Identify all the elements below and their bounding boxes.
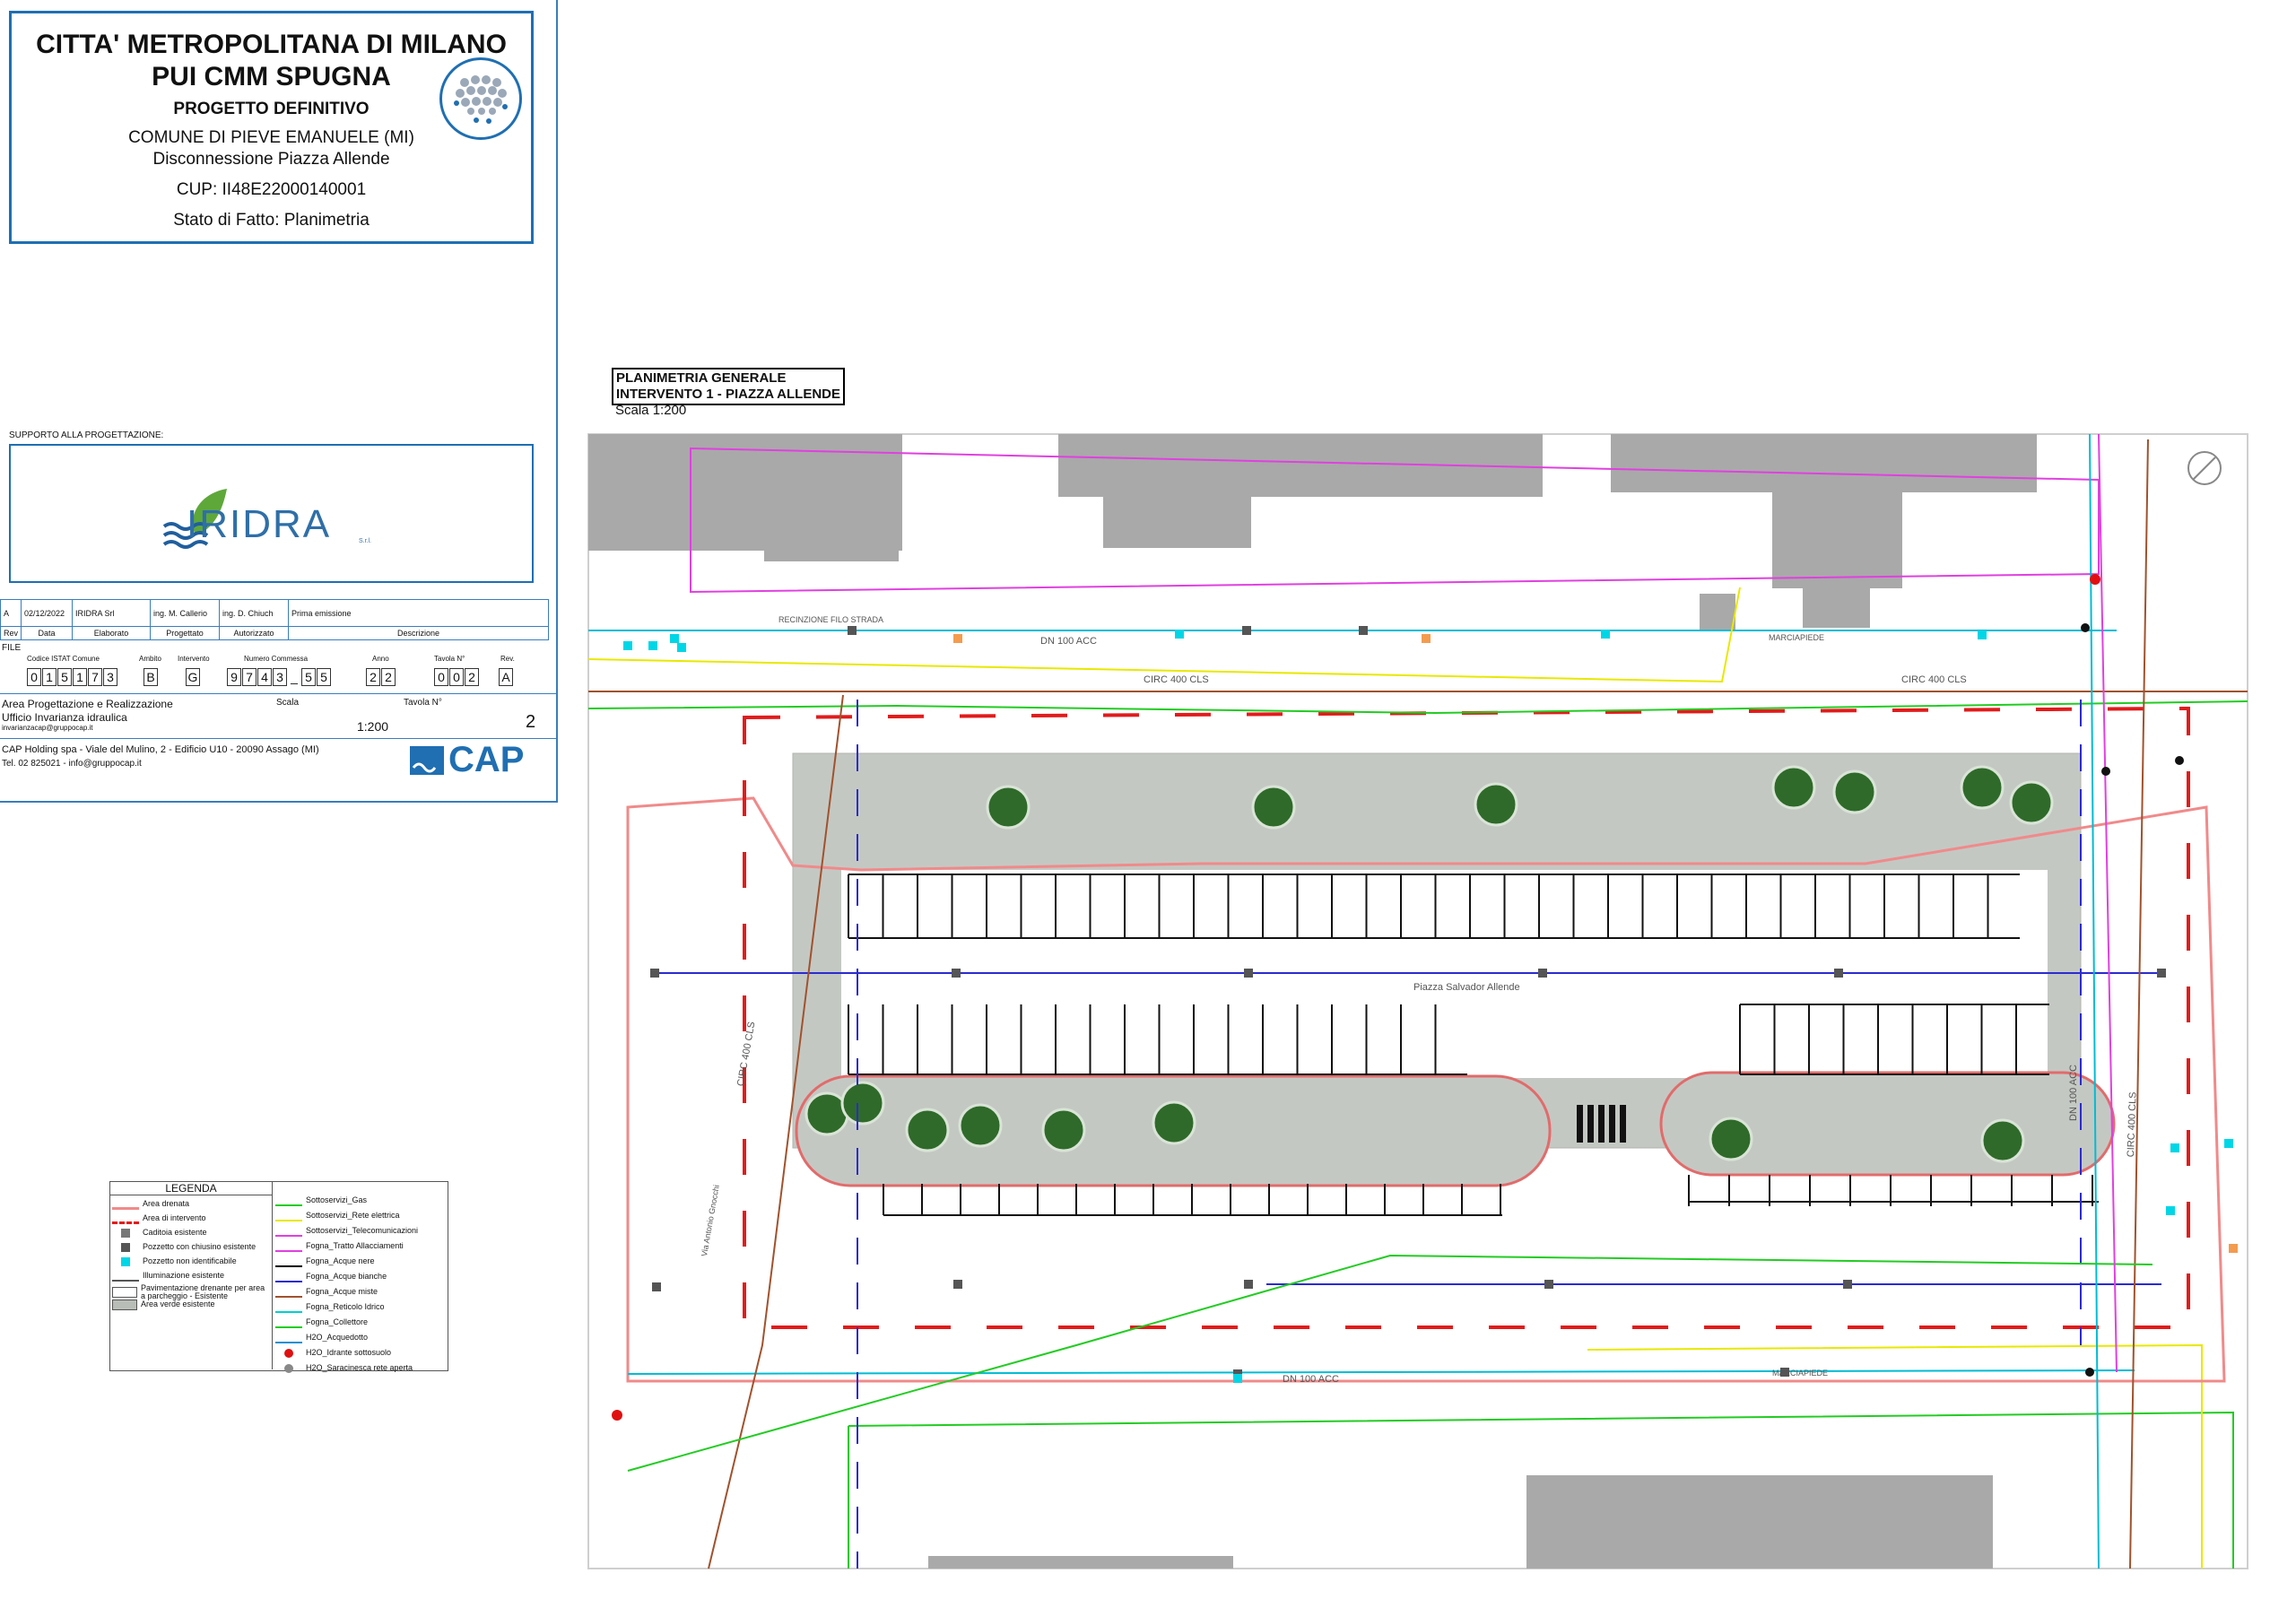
manhole-icon: [952, 969, 961, 978]
tree-icon: [1771, 765, 1816, 810]
hydrant-icon: [612, 1410, 622, 1421]
node-icon: [2085, 1368, 2094, 1377]
tree-icon: [1251, 785, 1296, 830]
tree-icon: [1041, 1108, 1086, 1152]
manhole-icon: [652, 1282, 661, 1291]
node-icon: [2081, 623, 2090, 632]
tree-icon: [1152, 1100, 1196, 1145]
manhole-icon: [1601, 630, 1610, 639]
label-marciapiede-bottom: MARCIAPIEDE: [1772, 1369, 1829, 1378]
mixed-sewer-right: [2129, 439, 2149, 1569]
node-icon: [2175, 756, 2184, 765]
label-piazza: Piazza Salvador Allende: [1413, 982, 1520, 993]
manhole-icon: [2229, 1244, 2238, 1253]
label-dn-top: DN 100 ACC: [1040, 636, 1097, 647]
manhole-icon: [1422, 634, 1431, 643]
hydrant-icon: [2090, 574, 2100, 585]
water-network-bottom: [627, 1369, 2135, 1375]
tree-icon: [1960, 765, 2005, 810]
label-marciapiede-top: MARCIAPIEDE: [1769, 633, 1825, 642]
label-circ-right: CIRC 400 CLS: [2126, 1091, 2139, 1158]
tree-icon: [1474, 782, 1518, 827]
manhole-icon: [1834, 969, 1843, 978]
electric-line-top: [587, 587, 1741, 683]
tree-icon: [1832, 769, 1877, 814]
manhole-icon: [1978, 630, 1987, 639]
tree-icon: [1709, 1117, 1753, 1161]
label-recinzione: RECINZIONE FILO STRADA: [778, 615, 884, 624]
manhole-icon: [2157, 969, 2166, 978]
tree-icon: [2009, 780, 2054, 825]
manhole-icon: [1242, 626, 1251, 635]
manhole-icon: [1359, 626, 1368, 635]
node-icon: [2101, 767, 2110, 776]
site-plan: [587, 433, 2248, 1569]
manhole-icon: [848, 626, 857, 635]
manhole-icon: [1244, 1280, 1253, 1289]
manhole-icon: [953, 1280, 962, 1289]
manhole-icon: [2170, 1143, 2179, 1152]
manhole-icon: [670, 634, 679, 643]
manhole-icon: [1233, 1374, 1242, 1383]
manhole-icon: [677, 643, 686, 652]
water-line-right: [2089, 433, 2100, 1569]
manhole-icon: [2224, 1139, 2233, 1148]
tree-icon: [905, 1108, 950, 1152]
tree-icon: [1980, 1118, 2025, 1163]
label-circ-top-right: CIRC 400 CLS: [1901, 674, 1967, 685]
buildings-top: [588, 434, 2037, 630]
manhole-icon: [650, 969, 659, 978]
tree-icon: [840, 1081, 885, 1126]
manhole-icon: [953, 634, 962, 643]
manhole-icon: [2166, 1206, 2175, 1215]
tree-icon: [958, 1103, 1003, 1148]
manhole-icon: [1843, 1280, 1852, 1289]
label-circ-top-left: CIRC 400 CLS: [1144, 674, 1209, 685]
manhole-icon: [623, 641, 632, 650]
manhole-icon: [1544, 1280, 1553, 1289]
manhole-icon: [1244, 969, 1253, 978]
manhole-icon: [1175, 630, 1184, 639]
tree-icon: [986, 785, 1031, 830]
parking-stalls-bottom: [883, 1201, 2099, 1216]
manhole-icon: [1538, 969, 1547, 978]
buildings-bottom: [928, 1475, 1993, 1569]
label-dn-bottom: DN 100 ACC: [1283, 1374, 1339, 1385]
manhole-icon: [648, 641, 657, 650]
label-dn-right: DN 100 ACC: [2068, 1065, 2079, 1121]
